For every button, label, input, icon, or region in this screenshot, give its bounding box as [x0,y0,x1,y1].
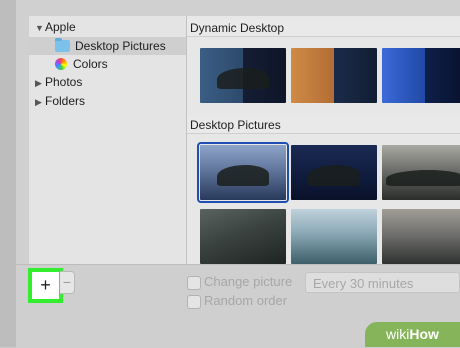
wallpaper-thumbnail-selected[interactable] [197,142,289,203]
section-header-dynamic-desktop: Dynamic Desktop [187,19,460,37]
island-silhouette [308,165,360,187]
wallpaper-thumbnail[interactable] [382,145,460,200]
source-list-sidebar: ▼Apple Desktop Pictures Colors ▶ Photos ▶… [29,16,187,264]
background-strip [0,0,16,347]
sidebar-item-label: Colors [73,57,108,71]
wallpaper-thumbnail[interactable] [382,48,460,103]
folder-icon [55,38,70,52]
island-silhouette [217,68,269,90]
change-picture-label: Change picture [204,274,293,289]
sidebar-item-label: Folders [45,94,86,108]
sidebar-item-photos[interactable]: ▶ Photos [35,73,82,91]
island-silhouette [217,165,269,187]
sidebar-item-label: Desktop Pictures [75,39,166,53]
random-order-checkbox[interactable] [187,295,201,309]
disclosure-triangle-closed-icon[interactable]: ▶ [35,93,45,111]
sidebar-item-label: Photos [45,75,83,89]
wikihow-watermark: wikiHow [365,322,460,347]
wallpaper-grid: Dynamic Desktop Desktop Pictures [187,16,460,264]
disclosure-triangle-closed-icon[interactable]: ▶ [35,74,45,92]
sidebar-item-colors[interactable]: Colors [55,55,108,73]
sidebar-item-desktop-pictures[interactable]: Desktop Pictures [29,37,186,55]
island-silhouette [386,169,460,187]
wallpaper-thumbnail[interactable] [291,48,377,103]
sidebar-item-apple[interactable]: ▼Apple [35,18,76,36]
sidebar-item-folders[interactable]: ▶ Folders [35,92,85,110]
wallpaper-thumbnail[interactable] [200,209,286,264]
disclosure-triangle-open-icon[interactable]: ▼ [35,19,45,37]
wallpaper-thumbnail[interactable] [291,145,377,200]
change-interval-select[interactable]: Every 30 minutes [305,272,460,293]
random-order-label: Random order [204,293,288,308]
watermark-wiki: wiki [386,326,410,342]
wallpaper-thumbnail[interactable] [200,48,286,103]
color-wheel-icon [55,58,67,70]
change-picture-checkbox[interactable] [187,276,201,290]
wallpaper-thumbnail[interactable] [382,209,460,264]
sidebar-item-label: Apple [45,20,76,34]
watermark-how: How [409,326,439,342]
add-folder-button[interactable]: + [28,268,63,303]
remove-folder-button[interactable]: − [60,271,75,294]
wallpaper-thumbnail[interactable] [291,209,377,264]
section-header-desktop-pictures: Desktop Pictures [187,116,460,134]
